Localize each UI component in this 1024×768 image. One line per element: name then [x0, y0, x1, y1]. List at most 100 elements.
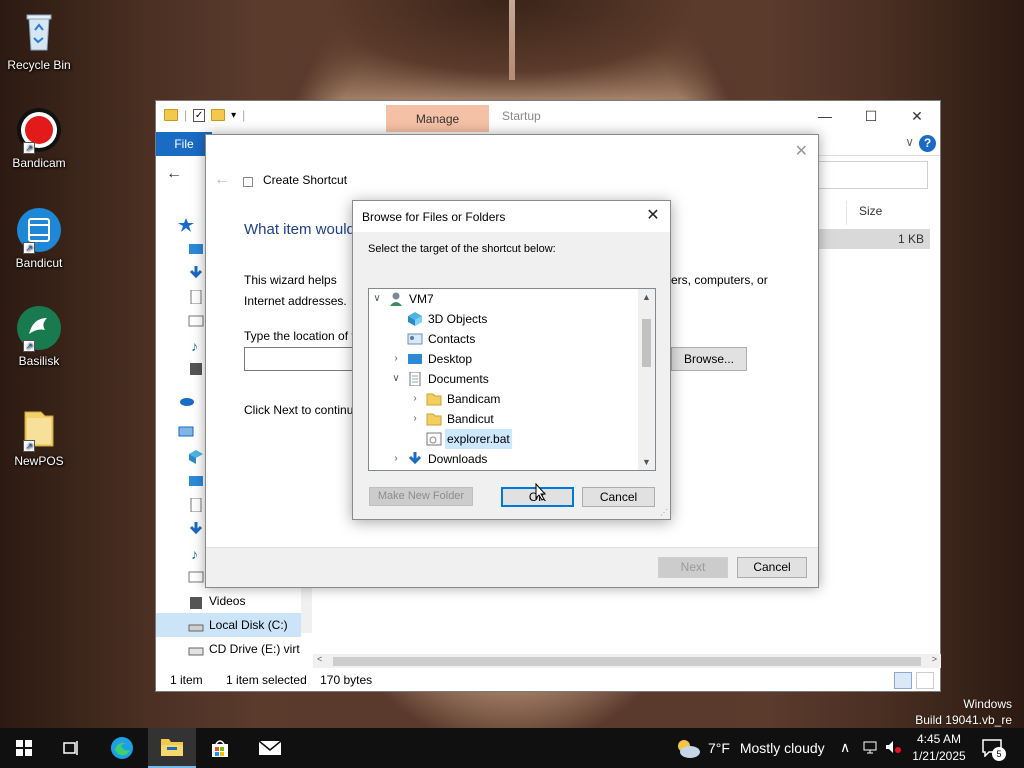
wizard-heading: What item would you like to create a sho…	[244, 221, 354, 238]
start-button[interactable]	[0, 728, 48, 768]
svg-text:♪: ♪	[191, 338, 198, 352]
task-view-button[interactable]	[48, 728, 96, 768]
music-icon: ♪	[188, 338, 204, 354]
folder-icon[interactable]	[164, 109, 178, 121]
basilisk-icon: ↗	[15, 304, 63, 352]
music-icon: ♪	[188, 546, 204, 562]
chevron-right-icon[interactable]: ›	[390, 349, 402, 369]
next-button[interactable]: Next	[658, 557, 728, 578]
maximize-button[interactable]: ☐	[848, 101, 894, 132]
tab-manage[interactable]: Manage	[386, 105, 489, 132]
chevron-right-icon[interactable]: ›	[409, 389, 421, 409]
horizontal-scrollbar[interactable]: < >	[313, 654, 941, 668]
make-new-folder-button[interactable]: Make New Folder	[369, 487, 473, 506]
wizard-intro-line2: Internet addresses.	[244, 294, 347, 308]
show-hidden-icons-icon[interactable]: ∧	[840, 739, 850, 756]
help-icon[interactable]: ?	[919, 135, 936, 152]
bandicam-icon: ↗	[15, 106, 63, 154]
desktop-icon	[188, 474, 204, 488]
chevron-down-icon[interactable]: ∨	[390, 369, 402, 389]
desktop-icon-bandicut[interactable]: ↗ Bandicut	[4, 206, 74, 270]
downloads-icon	[407, 452, 423, 466]
recycle-bin-icon	[15, 8, 63, 56]
tree-scrollbar[interactable]: ▲ ▼	[638, 289, 655, 470]
wizard-intro: This wizard helps you	[244, 273, 337, 289]
dialog-title: Browse for Files or Folders	[362, 210, 506, 224]
desktop-icon-bandicam[interactable]: ↗ Bandicam	[4, 106, 74, 170]
location-input[interactable]	[244, 347, 356, 371]
desktop-icon-newpos[interactable]: ↗ NewPOS	[4, 404, 74, 468]
search-input[interactable]	[806, 161, 928, 189]
close-icon[interactable]: ✕	[642, 204, 664, 228]
desktop-icon	[188, 242, 204, 256]
new-folder-icon[interactable]	[211, 109, 226, 121]
desktop-icon-basilisk[interactable]: ↗ Basilisk	[4, 304, 74, 368]
scroll-up-icon[interactable]: ▲	[638, 290, 655, 304]
sidebar-item-videos[interactable]: Videos	[156, 589, 301, 613]
large-icons-view-icon[interactable]	[916, 672, 934, 689]
details-view-icon[interactable]	[894, 672, 912, 689]
chevron-down-icon[interactable]: ∨	[905, 135, 914, 149]
scrollbar-thumb[interactable]	[333, 657, 921, 666]
back-arrow-icon[interactable]: ←	[214, 171, 230, 189]
notification-count-badge: 5	[992, 747, 1006, 761]
clock[interactable]: 4:45 AM 1/21/2025	[904, 731, 974, 765]
volume-muted-icon[interactable]	[884, 739, 902, 758]
file-explorer-icon	[161, 739, 183, 756]
close-button[interactable]: ✕	[894, 101, 940, 132]
chevron-down-icon[interactable]: ∨	[371, 289, 383, 309]
start-icon	[16, 740, 32, 756]
weather-text[interactable]: 7°F Mostly cloudy	[708, 740, 825, 756]
desktop-icon-recycle-bin[interactable]: Recycle Bin	[4, 8, 74, 72]
shortcut-arrow-icon: ↗	[23, 340, 35, 352]
status-bar: 1 item 1 item selected 170 bytes	[156, 669, 940, 692]
scroll-left-icon[interactable]: <	[317, 654, 322, 664]
desktop-icon	[407, 352, 423, 366]
tab-file[interactable]: File	[156, 132, 212, 156]
downloads-icon	[188, 522, 204, 536]
chevron-right-icon[interactable]: ›	[409, 409, 421, 429]
explorer-titlebar: | ✓ ▾ | Manage Startup — ☐ ✕	[156, 101, 940, 132]
browse-button[interactable]: Browse...	[671, 347, 747, 371]
shortcut-arrow-icon: ↗	[23, 242, 35, 254]
wizard-title: Create Shortcut	[263, 173, 348, 187]
store-icon	[212, 740, 228, 757]
pictures-icon	[188, 314, 204, 328]
scroll-down-icon[interactable]: ▼	[638, 455, 655, 469]
3d-objects-icon	[188, 450, 204, 464]
close-icon[interactable]: ✕	[795, 141, 808, 161]
shortcut-arrow-icon: ↗	[23, 142, 35, 154]
star-icon	[178, 218, 194, 232]
cancel-button[interactable]: Cancel	[737, 557, 807, 578]
edge-icon	[111, 737, 133, 759]
properties-icon[interactable]: ✓	[193, 108, 206, 122]
file-explorer-button[interactable]	[148, 728, 196, 768]
network-icon[interactable]	[862, 739, 878, 758]
windows-build-watermark: Windows Build 19041.vb_re	[915, 697, 1012, 727]
onedrive-icon	[178, 394, 194, 408]
table-row[interactable]: 1 KB	[816, 229, 930, 249]
edge-button[interactable]	[98, 728, 146, 768]
store-button[interactable]	[196, 728, 244, 768]
scrollbar-thumb[interactable]	[642, 319, 651, 367]
downloads-icon	[188, 266, 204, 280]
minimize-button[interactable]: —	[802, 101, 848, 132]
folder-icon	[426, 412, 442, 426]
local-disk-icon	[188, 618, 204, 632]
scroll-right-icon[interactable]: >	[932, 654, 937, 664]
back-arrow-icon[interactable]: ←	[166, 165, 182, 183]
wizard-footer: Next Cancel	[206, 547, 818, 587]
sidebar-item-cd-drive[interactable]: CD Drive (E:) virt	[156, 637, 301, 661]
browse-dialog: Browse for Files or Folders ✕ Select the…	[352, 200, 671, 520]
weather-button[interactable]	[668, 728, 708, 768]
column-header-size[interactable]: Size	[846, 201, 932, 225]
mail-button[interactable]	[246, 728, 294, 768]
sidebar-item-local-disk[interactable]: Local Disk (C:)	[156, 613, 301, 637]
mail-icon	[258, 740, 282, 755]
wizard-intro-right: ers, computers, or	[671, 273, 768, 287]
cancel-button[interactable]: Cancel	[582, 487, 655, 507]
svg-text:♪: ♪	[191, 546, 198, 560]
customize-qat-icon[interactable]: ▾	[231, 110, 236, 121]
resize-grip-icon[interactable]: ⋰	[660, 509, 668, 517]
chevron-right-icon[interactable]: ›	[390, 449, 402, 469]
